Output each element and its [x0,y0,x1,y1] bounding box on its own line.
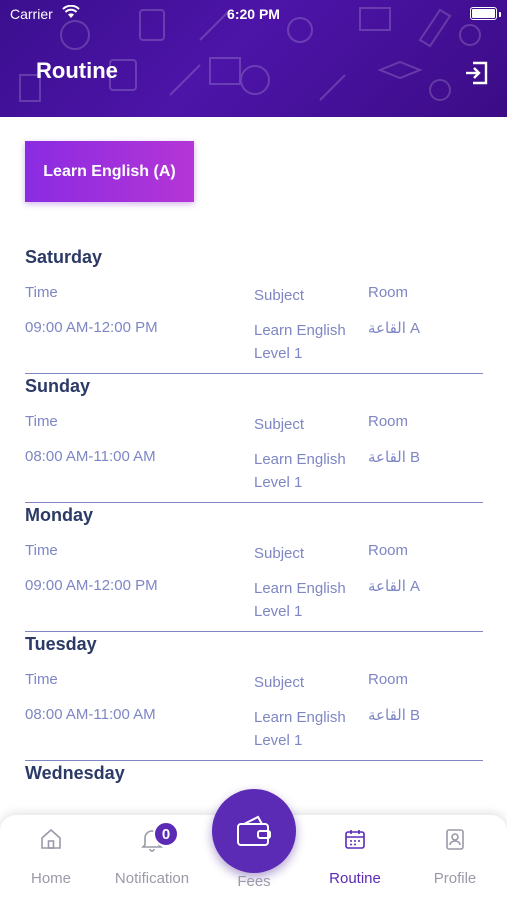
tab-routine[interactable]: Routine [305,815,405,900]
time-value: 08:00 AM-11:00 AM [25,706,156,723]
time-header: Time [25,542,58,559]
day-section-saturday: Saturday Time Subject Room 09:00 AM-12:0… [25,247,483,362]
day-section-monday: Monday Time Subject Room 09:00 AM-12:00 … [25,505,483,620]
day-section-sunday: Sunday Time Subject Room 08:00 AM-11:00 … [25,376,483,491]
day-name: Sunday [25,376,91,396]
subject-value: Learn English Level 1 [254,451,346,491]
schedule-row: 09:00 AM-12:00 PM Learn English Level 1 ا… [25,577,483,620]
divider [25,631,483,632]
profile-icon [446,829,464,850]
tab-profile[interactable]: Profile [405,815,505,900]
battery-icon [470,7,497,20]
day-section-tuesday: Tuesday Time Subject Room 08:00 AM-11:00… [25,634,483,749]
tab-notification[interactable]: Notification [102,815,202,900]
divider [25,502,483,503]
tab-notification-label: Notification [114,870,190,887]
room-value: القاعة A [368,578,421,595]
calendar-icon [345,830,365,849]
column-header-row: Time Subject Room [25,542,483,564]
tab-routine-label: Routine [329,870,381,887]
subject-value: Learn English Level 1 [254,709,346,749]
column-header-row: Time Subject Room [25,413,483,435]
app-header: Carrier 6:20 PM Routine [0,0,507,117]
subject-value: Learn English Level 1 [254,580,346,620]
fees-button[interactable] [212,789,296,873]
tab-fees-label: Fees [237,873,271,890]
schedule-row: 08:00 AM-11:00 AM Learn English Level 1 ا… [25,706,483,749]
tab-home[interactable]: Home [1,815,101,900]
tab-profile-label: Profile [433,870,477,887]
time-value: 08:00 AM-11:00 AM [25,448,156,465]
room-value: القاعة A [368,320,421,337]
day-name: Monday [25,505,94,525]
room-header: Room [368,284,409,301]
time-header: Time [25,413,58,430]
divider [25,373,483,374]
room-value: القاعة B [368,449,421,466]
schedule-row: 09:00 AM-12:00 PM Learn English Level 1 ا… [25,319,483,362]
wallet-icon [237,815,271,846]
time-value: 09:00 AM-12:00 PM [25,577,158,594]
home-icon [41,828,61,849]
day-name: Saturday [25,247,103,267]
day-name: Wednesday [25,763,125,783]
room-value: القاعة B [368,707,421,724]
column-header-row: Time Subject Room [25,671,483,693]
page-title: Routine [36,58,118,83]
time-value: 09:00 AM-12:00 PM [25,319,158,336]
status-time: 6:20 PM [227,6,280,22]
subject-value: Learn English Level 1 [254,322,346,362]
room-header: Room [368,671,409,688]
notification-count-badge: 0 [153,821,179,847]
time-header: Time [25,284,58,301]
day-section-wednesday: Wednesday [25,763,483,784]
divider [25,760,483,761]
subject-header: Subject [254,545,305,562]
room-header: Room [368,542,409,559]
logout-icon[interactable] [463,60,489,86]
course-button[interactable]: Learn English (A) [25,141,194,202]
room-header: Room [368,413,409,430]
time-header: Time [25,671,58,688]
subject-header: Subject [254,287,305,304]
subject-header: Subject [254,416,305,433]
subject-header: Subject [254,674,305,691]
day-name: Tuesday [25,634,97,654]
schedule-row: 08:00 AM-11:00 AM Learn English Level 1 ا… [25,448,483,491]
tab-home-label: Home [30,870,71,887]
status-bar: Carrier 6:20 PM [0,5,507,25]
column-header-row: Time Subject Room [25,284,483,306]
